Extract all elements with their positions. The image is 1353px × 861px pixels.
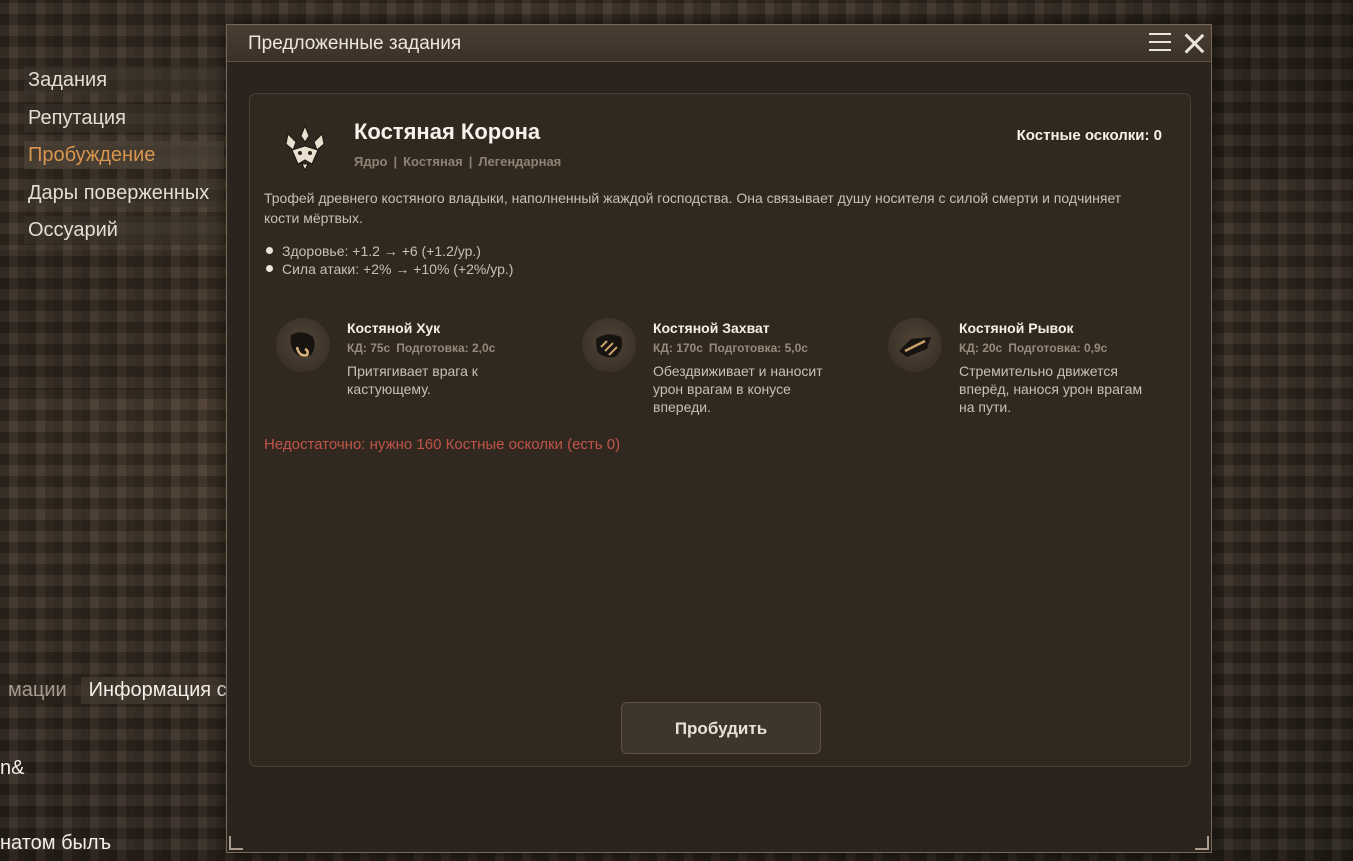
hamburger-menu-icon[interactable] [1149,33,1171,51]
menu-item-reputation[interactable]: Репутация [24,103,224,132]
skill-cooldown: КД: 170с [653,341,703,355]
chat-message: n& [0,757,25,779]
background-shadow [0,250,226,390]
quests-window: Предложенные задания Костяная Корона Ядр… [226,24,1212,853]
skill-meta: КД: 170с Подготовка: 5,0с [653,341,814,355]
menu-item-quests[interactable]: Задания [24,66,224,94]
skill-name: Костяной Хук [347,320,441,336]
bone-hook-icon [276,318,330,372]
item-description: Трофей древнего костяного владыки, напол… [264,190,1122,226]
chat-tab-info[interactable]: мации [0,677,75,704]
skill-prep: Подготовка: 2,0с [396,341,496,355]
chat-message: натом былъ [0,832,112,854]
awaken-button[interactable]: Пробудить [621,702,821,754]
skill-description: Стремительно движется вперёд, нанося уро… [959,363,1143,415]
stats-list: Здоровье: +1.2 → +6 (+1.2/ур.) Сила атак… [264,242,513,278]
window-titlebar[interactable]: Предложенные задания [227,25,1211,62]
tag-bone: Костяная [403,154,463,169]
insufficient-warning: Недостаточно: нужно 160 Костные осколки … [264,436,621,453]
skill-meta: КД: 75с Подготовка: 2,0с [347,341,501,355]
bone-grasp-icon [582,318,636,372]
tag-rarity: Легендарная [478,154,562,169]
skill-prep: Подготовка: 5,0с [708,341,808,355]
bone-crown-icon [285,124,325,172]
bone-dash-icon [888,318,942,372]
skill-name: Костяной Захват [653,320,770,336]
skill-name: Костяной Рывок [959,320,1074,336]
background-shadow [1212,0,1353,180]
item-name: Костяная Корона [354,119,541,144]
item-tags: Ядро | Костяная | Легендарная [354,154,562,169]
resize-corner[interactable] [1195,836,1209,850]
menu-item-awakening[interactable]: Пробуждение [24,141,224,169]
resize-corner[interactable] [229,836,243,850]
close-icon[interactable] [1182,31,1206,55]
skill-prep: Подготовка: 0,9с [1008,341,1108,355]
currency-counter: Костные осколки: 0 [1016,127,1162,144]
skill-cooldown: КД: 20с [959,341,1003,355]
menu-item-ossuary[interactable]: Оссуарий [24,216,224,244]
skill-description: Обездвиживает и наносит урон врагам в ко… [653,363,823,415]
window-title: Предложенные задания [248,33,462,54]
tag-core: Ядро [354,154,388,169]
skill-cooldown: КД: 75с [347,341,391,355]
skill-description: Притягивает врага к кастующему. [347,363,478,397]
awakening-card: Костяная Корона Ядро | Костяная | Легендарна… [249,93,1191,767]
stat-health: Здоровье: +1.2 → +6 (+1.2/ур.) [264,242,513,260]
left-menu: Задания Репутация Пробуждение Дары повер… [24,66,224,254]
stat-attack: Сила атаки: +2% → +10% (+2%/ур.) [264,260,513,278]
menu-item-gifts[interactable]: Дары поверженных [24,178,224,207]
skill-meta: КД: 20с Подготовка: 0,9с [959,341,1113,355]
